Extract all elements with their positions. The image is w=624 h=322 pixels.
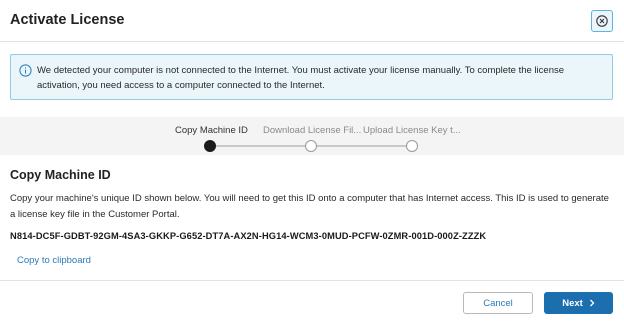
cancel-button[interactable]: Cancel bbox=[463, 292, 533, 314]
step-label-download-license-file: Download License Fil... bbox=[263, 125, 362, 136]
machine-id-value: N814-DC5F-GDBT-92GM-4SA3-GKKP-G652-DT7A-… bbox=[10, 231, 487, 241]
step-connector bbox=[311, 145, 412, 147]
step-connector bbox=[210, 145, 310, 147]
next-button-label: Next bbox=[562, 297, 583, 309]
step-indicator bbox=[406, 140, 418, 152]
cancel-button-label: Cancel bbox=[483, 297, 513, 309]
chevron-right-icon bbox=[589, 299, 595, 307]
dialog-footer: Cancel Next bbox=[0, 280, 624, 322]
activate-license-dialog: Activate License We detected your comput… bbox=[0, 0, 624, 322]
step-label-upload-license-key: Upload License Key t... bbox=[363, 125, 461, 136]
step-indicator-active bbox=[204, 140, 216, 152]
next-button[interactable]: Next bbox=[544, 292, 613, 314]
dialog-header: Activate License bbox=[0, 0, 624, 42]
close-circle-icon bbox=[596, 15, 608, 27]
offline-info-banner: We detected your computer is not connect… bbox=[10, 54, 613, 100]
info-icon bbox=[19, 64, 32, 77]
instructions-text: Copy your machine's unique ID shown belo… bbox=[10, 193, 609, 220]
close-button[interactable] bbox=[591, 10, 613, 32]
banner-message: We detected your computer is not connect… bbox=[37, 65, 565, 91]
section-title: Copy Machine ID bbox=[10, 168, 111, 182]
step-label-copy-machine-id: Copy Machine ID bbox=[175, 125, 248, 136]
dialog-title: Activate License bbox=[10, 12, 125, 28]
activation-stepper: Copy Machine ID Download License Fil... … bbox=[0, 117, 624, 155]
step-indicator bbox=[305, 140, 317, 152]
copy-to-clipboard-link[interactable]: Copy to clipboard bbox=[17, 255, 91, 266]
